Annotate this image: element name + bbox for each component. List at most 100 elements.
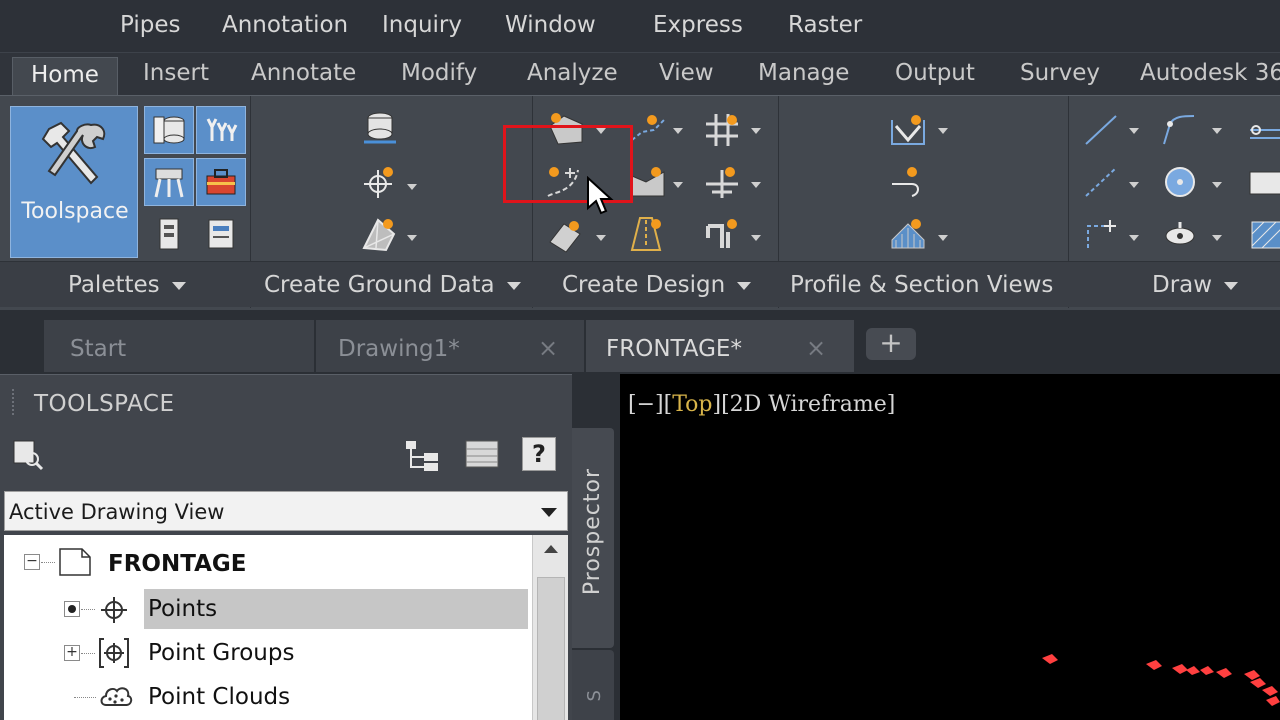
corridor-icon[interactable] — [626, 214, 666, 254]
view-select-dropdown[interactable]: Active Drawing View — [4, 491, 568, 531]
tab-home[interactable]: Home — [12, 57, 118, 97]
data-source-icon[interactable] — [360, 108, 400, 148]
panel-title-create-ground-data[interactable]: Create Ground Data — [264, 272, 521, 298]
pipe-network-icon[interactable] — [702, 214, 742, 254]
expand-toggle[interactable]: + — [64, 645, 80, 661]
layer-panel-button[interactable] — [196, 210, 246, 258]
menu-express[interactable]: Express — [653, 12, 743, 38]
tab-output[interactable]: Output — [895, 60, 975, 86]
line-icon[interactable] — [1082, 110, 1122, 150]
scroll-up-icon[interactable] — [544, 545, 558, 553]
menu-annotation[interactable]: Annotation — [222, 12, 348, 38]
grading-icon[interactable] — [546, 216, 586, 256]
palette-grip[interactable] — [12, 389, 18, 415]
tab-autodesk-360[interactable]: Autodesk 36 — [1140, 60, 1280, 86]
tree-item-point-clouds[interactable]: Point Clouds — [4, 677, 532, 719]
panel-title-create-design[interactable]: Create Design — [562, 272, 752, 298]
chevron-down-icon[interactable] — [596, 235, 606, 241]
profile-view-icon[interactable] — [888, 110, 928, 150]
intersection-icon[interactable] — [702, 110, 742, 150]
panel-title-palettes[interactable]: Palettes — [68, 272, 186, 298]
tab-survey[interactable]: Survey — [1020, 60, 1100, 86]
chevron-down-icon[interactable] — [407, 235, 417, 241]
menu-window[interactable]: Window — [505, 12, 596, 38]
chevron-down-icon[interactable] — [673, 182, 683, 188]
chevron-down-icon[interactable] — [751, 128, 761, 134]
hammer-wrench-icon — [41, 121, 106, 185]
properties-button[interactable] — [144, 210, 194, 258]
chevron-down-icon[interactable] — [1212, 182, 1222, 188]
list-view-icon[interactable] — [464, 437, 500, 471]
tab-view[interactable]: View — [659, 60, 714, 86]
prospector-side-tab[interactable]: Prospector — [572, 428, 614, 648]
settings-tree-button[interactable] — [196, 106, 246, 154]
menu-inquiry[interactable]: Inquiry — [382, 12, 462, 38]
donut-icon[interactable] — [1160, 214, 1200, 254]
chevron-down-icon[interactable] — [938, 128, 948, 134]
chevron-down-icon[interactable] — [407, 184, 417, 190]
toolbox-button[interactable] — [196, 158, 246, 206]
chevron-down-icon — [506, 281, 521, 290]
chevron-down-icon[interactable] — [1129, 128, 1139, 134]
menu-raster[interactable]: Raster — [788, 12, 862, 38]
tree-item-point-clouds-label: Point Clouds — [148, 684, 291, 710]
chevron-down-icon[interactable] — [751, 235, 761, 241]
chevron-down-icon[interactable] — [673, 128, 683, 134]
tree-root-row[interactable]: − FRONTAGE — [4, 543, 532, 585]
drawing-viewport[interactable]: [−][Top][2D Wireframe] — [620, 374, 1280, 720]
circle-icon[interactable] — [1160, 162, 1200, 202]
tree-scrollbar[interactable] — [532, 535, 568, 720]
tab-manage[interactable]: Manage — [758, 60, 849, 86]
help-icon[interactable]: ? — [522, 437, 556, 471]
polyline-icon[interactable] — [1160, 110, 1200, 150]
close-icon[interactable]: × — [806, 334, 826, 362]
surface-icon[interactable] — [360, 214, 400, 254]
chevron-down-icon[interactable] — [751, 182, 761, 188]
survey-db-search-icon[interactable] — [10, 437, 46, 473]
chevron-down-icon[interactable] — [938, 235, 948, 241]
doc-tab-frontage[interactable]: FRONTAGE* × — [586, 320, 854, 372]
panel-title-draw[interactable]: Draw — [1152, 272, 1239, 298]
sample-line-icon[interactable] — [888, 162, 928, 202]
scroll-thumb[interactable] — [537, 577, 565, 720]
tree-item-point-groups-label: Point Groups — [148, 640, 295, 666]
hatch-icon[interactable] — [1244, 214, 1280, 254]
tree-item-points-label: Points — [148, 596, 218, 622]
tree-item-point-groups[interactable]: + Point Groups — [4, 633, 532, 675]
rectangle-icon[interactable] — [1244, 162, 1280, 202]
doc-tab-start[interactable]: Start — [44, 320, 314, 372]
section-view-icon[interactable] — [888, 214, 928, 254]
chevron-down-icon[interactable] — [1212, 128, 1222, 134]
survey-button[interactable] — [144, 158, 194, 206]
tab-insert[interactable]: Insert — [143, 60, 209, 86]
tab-modify[interactable]: Modify — [401, 60, 477, 86]
spline-icon[interactable] — [1082, 214, 1122, 254]
collapse-toggle[interactable]: − — [24, 554, 40, 570]
tab-analyze[interactable]: Analyze — [527, 60, 618, 86]
chevron-down-icon[interactable] — [1129, 235, 1139, 241]
assembly-icon[interactable] — [702, 162, 742, 202]
feature-line-icon[interactable] — [628, 110, 668, 150]
points-node-marker — [64, 601, 80, 617]
settings-side-tab[interactable]: S — [572, 650, 614, 720]
toolspace-button[interactable]: Toolspace — [10, 106, 138, 258]
tab-annotate[interactable]: Annotate — [251, 60, 356, 86]
tree-item-points[interactable]: Points — [4, 589, 532, 631]
palette-header: TOOLSPACE — [34, 391, 175, 417]
close-icon[interactable]: × — [538, 334, 558, 362]
points-icon[interactable] — [360, 162, 400, 202]
multiline-icon[interactable] — [1244, 110, 1280, 150]
chevron-down-icon[interactable] — [1212, 235, 1222, 241]
prospector-db-button[interactable] — [144, 106, 194, 154]
tree-view-icon[interactable] — [402, 437, 442, 473]
new-tab-button[interactable]: + — [866, 328, 916, 360]
chevron-down-icon[interactable] — [1129, 182, 1139, 188]
panel-title-profile-section-views[interactable]: Profile & Section Views — [790, 272, 1053, 298]
viewport-view-label[interactable]: Top — [672, 392, 712, 417]
construction-line-icon[interactable] — [1082, 162, 1122, 202]
viewport-controls[interactable]: [−][Top][2D Wireframe] — [628, 392, 895, 417]
doc-tab-drawing1[interactable]: Drawing1* × — [316, 320, 584, 372]
menu-bar: Pipes Annotation Inquiry Window Express … — [0, 0, 1280, 52]
profile-icon[interactable] — [628, 162, 668, 202]
menu-pipes[interactable]: Pipes — [120, 12, 181, 38]
